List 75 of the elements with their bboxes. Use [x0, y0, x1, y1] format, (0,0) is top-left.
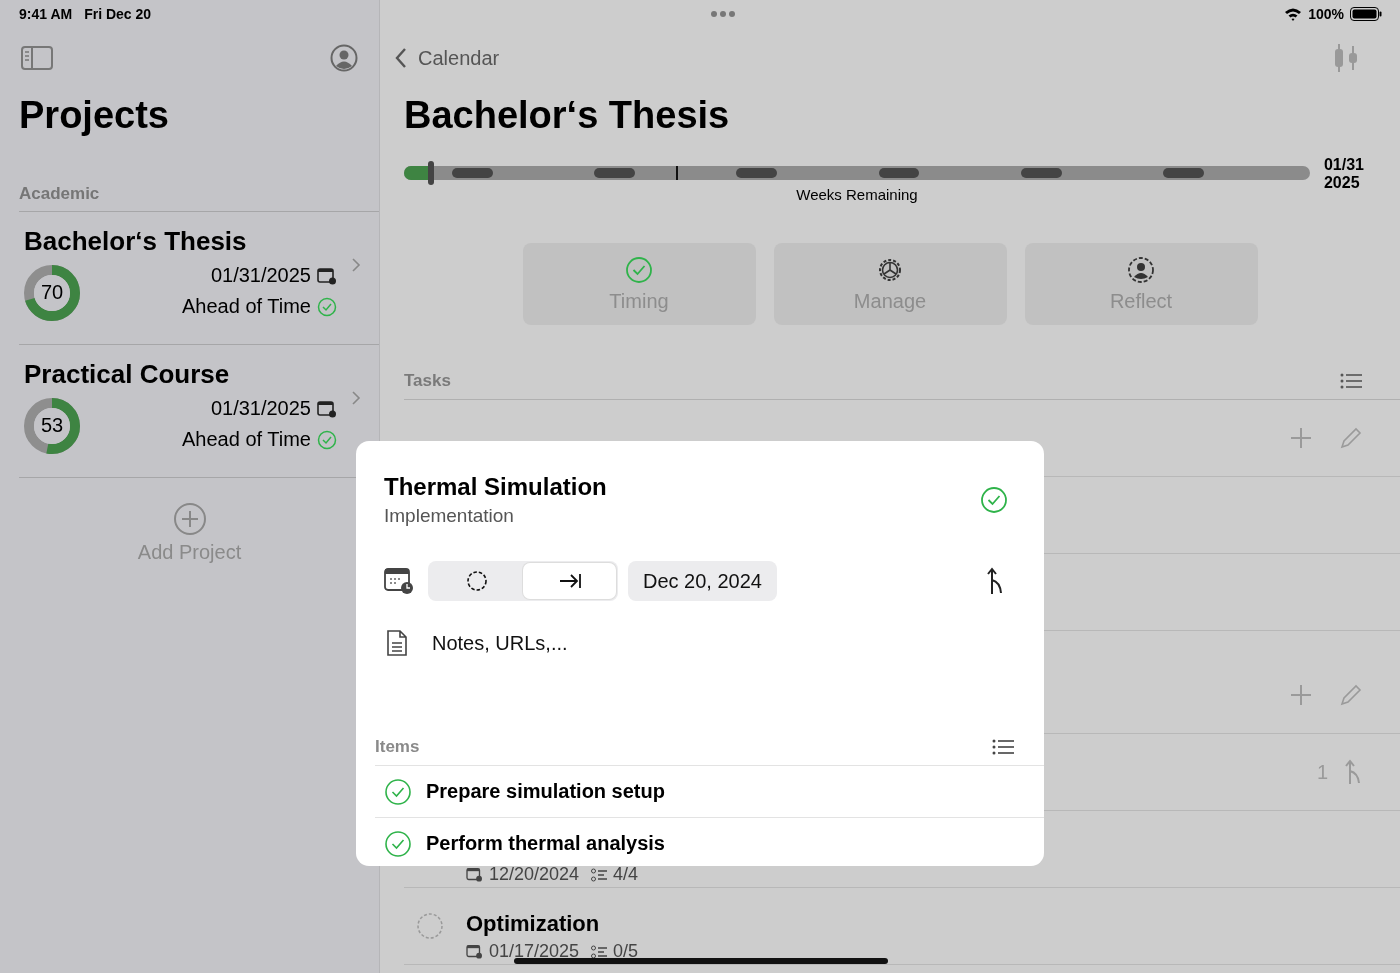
- progress-value: 70: [40, 281, 64, 304]
- sheet-subtitle: Implementation: [384, 505, 515, 527]
- battery-icon: [1350, 7, 1382, 21]
- timeline-handle[interactable]: [428, 161, 435, 185]
- calendar-icon: [466, 944, 483, 959]
- timeline-settings-icon[interactable]: [1332, 42, 1360, 74]
- item-text: Prepare simulation setup: [426, 780, 665, 803]
- week-marker: [594, 168, 635, 178]
- calendar-icon: [317, 399, 337, 418]
- tasks-header: Tasks: [404, 371, 451, 391]
- status-date: Fri Dec 20: [84, 6, 152, 22]
- items-header: Items: [375, 737, 420, 757]
- list-icon[interactable]: [992, 739, 1014, 755]
- due-date: 01/31/2025: [210, 397, 311, 420]
- week-marker: [878, 168, 920, 178]
- check-icon: [625, 255, 653, 284]
- project-name: Practical Course: [24, 359, 231, 390]
- project-title: Bachelor‘s Thesis: [404, 94, 731, 138]
- project-status: Ahead of Time: [182, 428, 311, 451]
- project-name: Bachelor‘s Thesis: [24, 226, 248, 257]
- branch-icon[interactable]: [986, 567, 1004, 595]
- segment-button[interactable]: [523, 563, 616, 599]
- item-text: Perform thermal analysis: [426, 832, 665, 855]
- end-date: 01/31: [1323, 156, 1364, 174]
- task-item-count: 4/4: [613, 864, 639, 885]
- timeline-caption: Weeks Remaining: [796, 186, 918, 203]
- project-item[interactable]: Bachelor‘s Thesis 70 01/31/2025 Ahead of Time: [19, 212, 379, 345]
- calendar-clock-icon: [384, 567, 414, 595]
- item-checkbox[interactable]: [384, 829, 412, 858]
- checklist-icon: [591, 867, 608, 882]
- week-marker: [1020, 168, 1062, 178]
- date-button[interactable]: Dec 20, 2024: [628, 561, 777, 601]
- add-icon[interactable]: [172, 502, 207, 536]
- wifi-icon: [1284, 7, 1303, 21]
- task-date: 01/17/2025: [489, 941, 580, 962]
- calendar-icon: [466, 867, 483, 882]
- task-item-count: 0/5: [613, 941, 639, 962]
- today-marker: [675, 166, 678, 180]
- person-icon: [1127, 255, 1155, 284]
- chevron-icon: [351, 390, 361, 406]
- notes-field[interactable]: Notes, URLs,...: [430, 630, 834, 656]
- week-marker: [1163, 168, 1204, 178]
- task-date: 12/20/2024: [489, 864, 580, 885]
- due-date: 01/31/2025: [210, 264, 311, 287]
- back-button[interactable]: Calendar: [394, 46, 500, 70]
- week-marker: [452, 168, 493, 178]
- sidebar-title: Projects: [19, 94, 170, 138]
- sidebar-toggle-icon[interactable]: [21, 46, 53, 70]
- done-checkbox[interactable]: [980, 486, 1008, 514]
- progress-value: 53: [40, 414, 64, 437]
- project-status: Ahead of Time: [182, 295, 311, 318]
- add-icon[interactable]: [1290, 427, 1312, 449]
- section-header: Academic: [19, 184, 379, 212]
- list-icon[interactable]: [1340, 373, 1362, 389]
- battery-percent: 100%: [1308, 6, 1344, 22]
- week-marker: [736, 168, 778, 178]
- item-checkbox[interactable]: [384, 777, 412, 806]
- chevron-icon: [351, 257, 361, 273]
- sheet-title: Thermal Simulation: [384, 473, 607, 501]
- chevron-left-icon: [394, 47, 408, 69]
- multitask-icon[interactable]: [710, 10, 736, 18]
- dashed-circle-icon: [465, 570, 488, 592]
- pencil-icon[interactable]: [1340, 427, 1362, 449]
- status-time: 9:41 AM: [19, 6, 73, 22]
- task-checkbox[interactable]: [416, 912, 444, 940]
- branch-icon: [1344, 759, 1362, 785]
- pencil-icon[interactable]: [1340, 684, 1362, 706]
- task-title: Optimization: [466, 911, 601, 937]
- document-icon: [386, 629, 408, 657]
- arrow-to-line-icon: [557, 571, 582, 591]
- add-icon[interactable]: [1290, 684, 1312, 706]
- checklist-icon: [591, 944, 608, 959]
- account-icon[interactable]: [330, 44, 358, 72]
- end-year: 2025: [1323, 174, 1361, 192]
- calendar-icon: [317, 266, 337, 285]
